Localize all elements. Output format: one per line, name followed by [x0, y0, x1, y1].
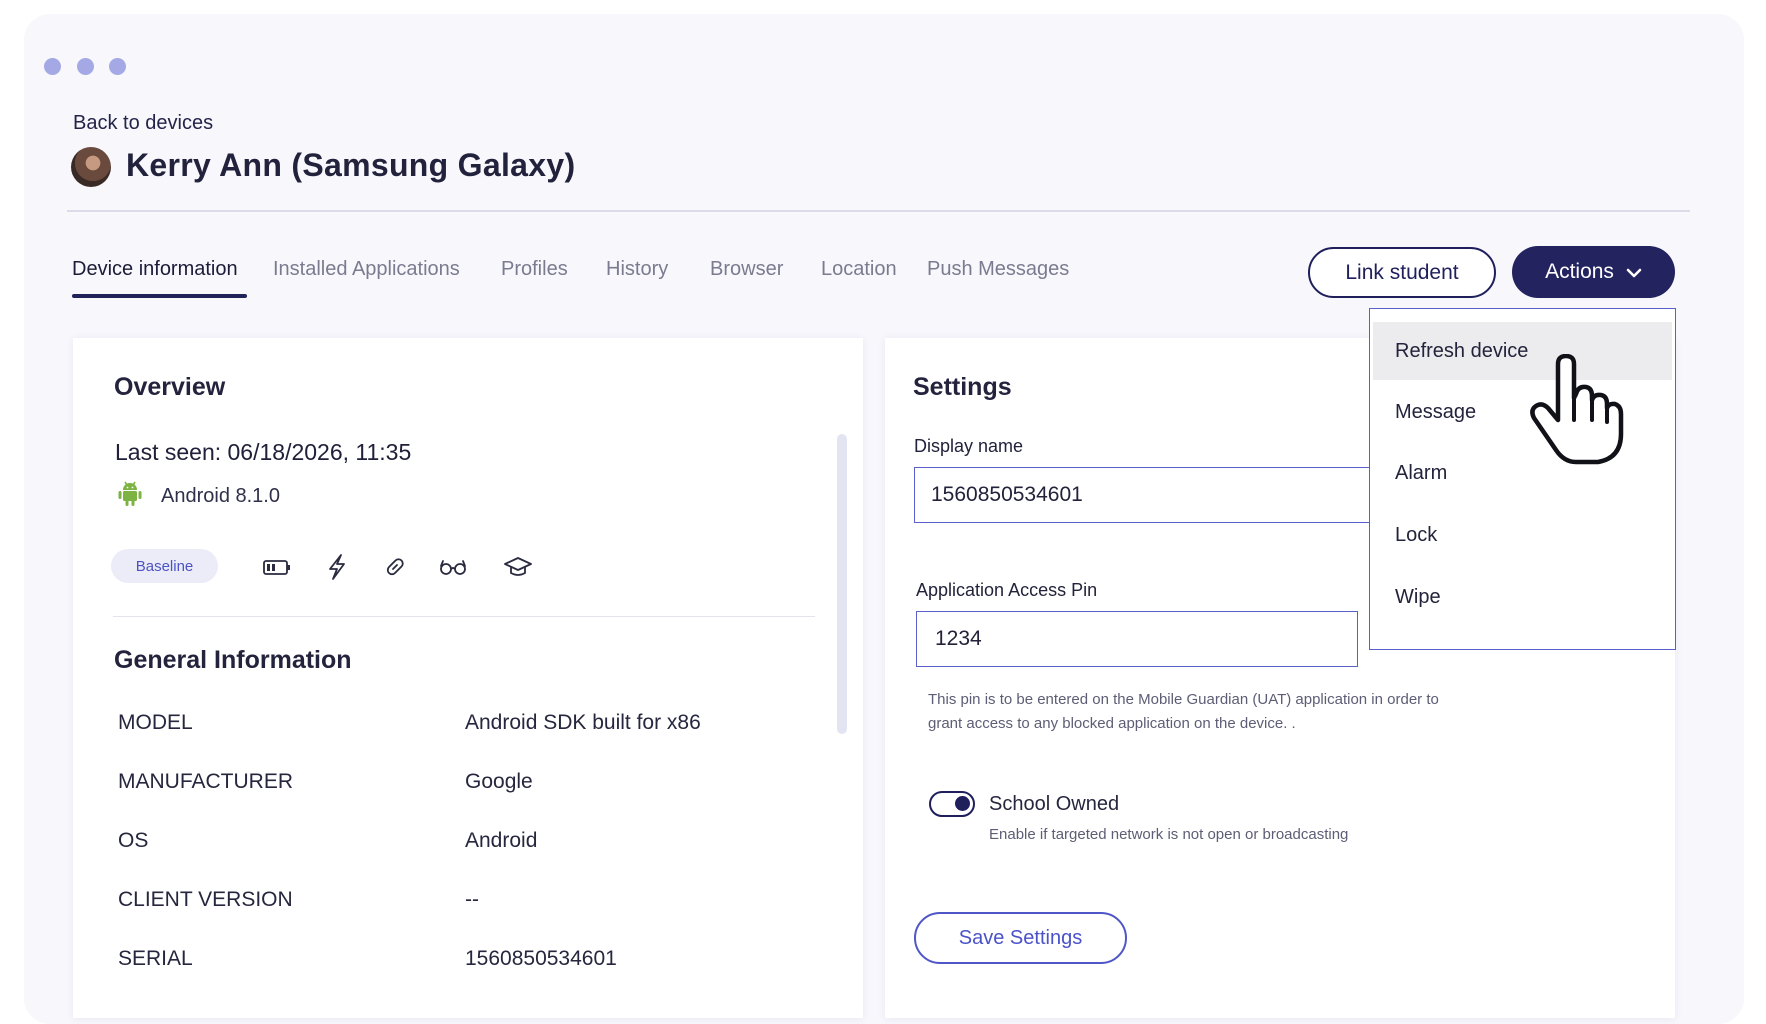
tab-history[interactable]: History: [606, 258, 668, 281]
pin-hint-text: This pin is to be entered on the Mobile …: [928, 691, 1439, 732]
display-name-field[interactable]: 1560850534601: [914, 467, 1394, 523]
overview-title: Overview: [114, 373, 226, 401]
info-row-serial: SERIAL 1560850534601: [118, 947, 818, 977]
info-value: Android: [465, 829, 538, 852]
link-student-label: Link student: [1345, 260, 1459, 284]
tab-installed-applications[interactable]: Installed Applications: [273, 258, 460, 281]
menu-item-lock[interactable]: Lock: [1373, 506, 1672, 564]
info-key: MANUFACTURER: [118, 770, 294, 793]
school-owned-label: School Owned: [989, 793, 1120, 815]
os-version-label: Android 8.1.0: [161, 484, 280, 507]
menu-item-message[interactable]: Message: [1373, 383, 1672, 441]
school-owned-toggle[interactable]: [929, 791, 975, 817]
info-row-model: MODEL Android SDK built for x86: [118, 711, 818, 741]
window-dot-maximize[interactable]: [109, 58, 126, 75]
last-seen-text: Last seen: 06/18/2026, 11:35: [115, 439, 412, 465]
menu-item-alarm[interactable]: Alarm: [1373, 444, 1672, 502]
overview-scrollbar[interactable]: [837, 434, 847, 734]
page-title: Kerry Ann (Samsung Galaxy): [126, 147, 576, 183]
overview-divider: [113, 616, 815, 617]
back-to-devices-link[interactable]: Back to devices: [73, 112, 213, 135]
active-tab-indicator: [72, 294, 247, 298]
info-value: Android SDK built for x86: [465, 711, 701, 734]
pin-label: Application Access Pin: [916, 580, 1098, 600]
chevron-down-icon: [1626, 260, 1642, 284]
info-row-os: OS Android: [118, 829, 818, 859]
save-settings-label: Save Settings: [958, 926, 1083, 949]
hand-pointer-cursor-icon: [1528, 353, 1624, 466]
info-key: CLIENT VERSION: [118, 888, 293, 911]
info-row-manufacturer: MANUFACTURER Google: [118, 770, 818, 800]
lightning-icon[interactable]: [322, 552, 352, 582]
baseline-badge: Baseline: [111, 549, 218, 583]
graduation-cap-icon[interactable]: [503, 552, 533, 582]
display-name-label: Display name: [914, 436, 1024, 456]
window-dot-close[interactable]: [44, 58, 61, 75]
tab-device-information[interactable]: Device information: [72, 258, 238, 281]
info-key: OS: [118, 829, 149, 852]
info-value: Google: [465, 770, 533, 793]
tab-location[interactable]: Location: [821, 258, 897, 281]
os-version-row: Android 8.1.0: [117, 479, 280, 513]
actions-label: Actions: [1545, 260, 1614, 283]
info-key: MODEL: [118, 711, 193, 734]
info-row-client-version: CLIENT VERSION --: [118, 888, 818, 918]
avatar: [71, 147, 111, 187]
info-value: --: [465, 888, 479, 911]
window-dot-minimize[interactable]: [77, 58, 94, 75]
info-value: 1560850534601: [465, 947, 617, 970]
access-pin-field[interactable]: 1234: [916, 611, 1358, 667]
android-icon: [117, 479, 143, 513]
menu-item-wipe[interactable]: Wipe: [1373, 568, 1672, 626]
school-owned-description: Enable if targeted network is not open o…: [989, 826, 1349, 843]
tab-browser[interactable]: Browser: [710, 258, 783, 281]
battery-icon[interactable]: [262, 552, 292, 582]
link-student-button[interactable]: Link student: [1308, 247, 1496, 298]
settings-title: Settings: [913, 373, 1012, 401]
actions-button[interactable]: Actions: [1512, 246, 1675, 298]
general-info-title: General Information: [114, 646, 352, 674]
link-icon[interactable]: [380, 552, 410, 582]
tab-push-messages[interactable]: Push Messages: [927, 258, 1069, 281]
actions-menu: Refresh device Message Alarm Lock Wipe: [1369, 308, 1676, 650]
save-settings-button[interactable]: Save Settings: [914, 912, 1127, 964]
title-divider: [67, 210, 1690, 212]
toggle-knob: [955, 796, 970, 811]
glasses-icon[interactable]: [438, 552, 468, 582]
tab-profiles[interactable]: Profiles: [501, 258, 568, 281]
info-key: SERIAL: [118, 947, 193, 970]
menu-item-refresh-device[interactable]: Refresh device: [1373, 322, 1672, 380]
